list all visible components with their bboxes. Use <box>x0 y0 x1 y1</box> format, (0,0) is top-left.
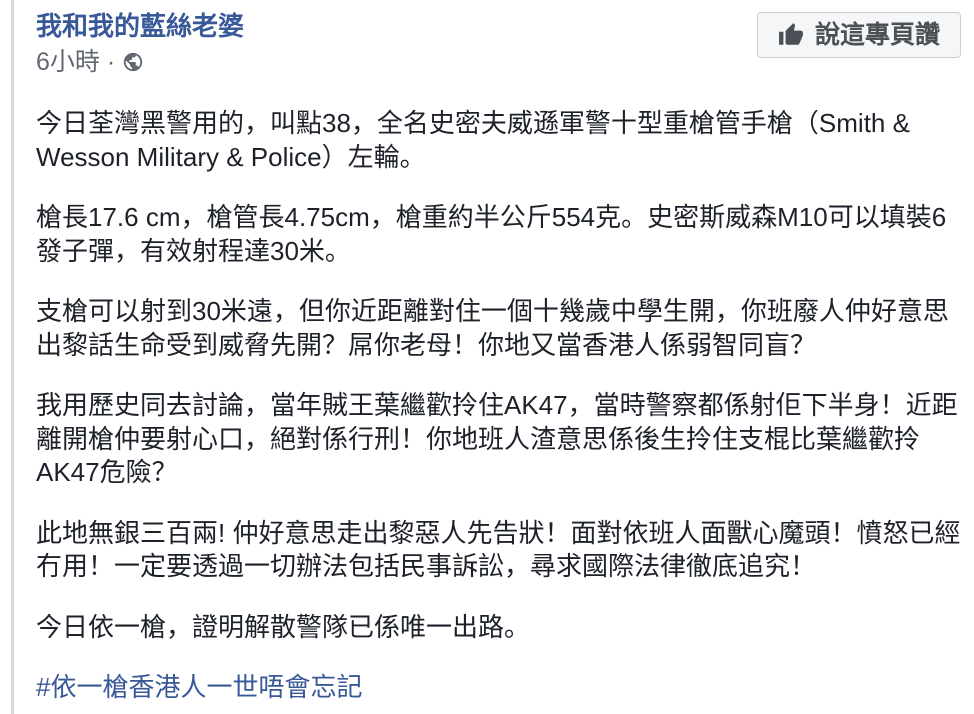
post-text-line: Wesson Military & Police）左輪。 <box>36 141 426 172</box>
page-name-link[interactable]: 我和我的藍絲老婆 <box>36 11 244 41</box>
post-meta: 6小時 · <box>36 47 144 77</box>
post-text-line: 離開槍仲要射心口，絕對係行刑！你地班人渣意思係後生拎住支棍比葉繼歡拎 <box>36 423 921 454</box>
post-text-line: 我用歷史同去討論，當年賊王葉繼歡拎住AK47，當時警察都係射佢下半身！近距 <box>36 390 958 420</box>
hashtag-paragraph: #依一槍香港人一世唔會忘記 <box>36 671 970 705</box>
post-paragraph: 槍長17.6 cm，槍管長4.75cm，槍重約半公斤554克。史密斯威森M10可… <box>36 201 970 268</box>
post-paragraph: 我用歷史同去討論，當年賊王葉繼歡拎住AK47，當時警察都係射佢下半身！近距 離開… <box>36 389 970 490</box>
thumbs-up-icon <box>778 22 804 48</box>
post-text-line: AK47危險？ <box>36 457 178 487</box>
post-body: 今日荃灣黑警用的，叫點38，全名史密夫威遜軍警十型重槍管手槍（Smith & W… <box>36 107 970 714</box>
globe-icon <box>122 51 144 73</box>
post-text-line: 此地無銀三百兩! 仲好意思走出黎惡人先告狀！面對依班人面獸心魔頭！憤怒已經 <box>36 517 961 548</box>
post-paragraph: 今日荃灣黑警用的，叫點38，全名史密夫威遜軍警十型重槍管手槍（Smith & W… <box>36 107 970 174</box>
post-text-line: 發子彈，有效射程達30米。 <box>36 235 351 266</box>
post-paragraph: 支槍可以射到30米遠，但你近距離對住一個十幾歲中學生開，你班廢人仲好意思 出黎話… <box>36 295 970 362</box>
left-border-rule <box>11 0 14 714</box>
post-text-line: 今日依一槍，證明解散警隊已係唯一出路。 <box>36 611 531 642</box>
post-text-line: 出黎話生命受到威脅先開？屌你老母！你地又當香港人係弱智同盲？ <box>36 329 817 360</box>
post-text-line: 槍長17.6 cm，槍管長4.75cm，槍重約半公斤554克。史密斯威森M10可… <box>36 202 947 232</box>
like-page-button-label: 說這專頁讚 <box>815 21 941 49</box>
post-text-line: 支槍可以射到30米遠，但你近距離對住一個十幾歲中學生開，你班廢人仲好意思 <box>36 296 949 326</box>
post-text-line: 今日荃灣黑警用的，叫點38，全名史密夫威遜軍警十型重槍管手槍（Smith & <box>36 108 910 138</box>
meta-separator: · <box>106 48 116 76</box>
hashtag-link[interactable]: #依一槍香港人一世唔會忘記 <box>36 672 362 702</box>
like-page-button[interactable]: 說這專頁讚 <box>757 12 961 58</box>
post-text-line: 冇用！一定要透過一切辦法包括民事訴訟，尋求國際法律徹底追究！ <box>36 551 817 581</box>
post-paragraph: 此地無銀三百兩! 仲好意思走出黎惡人先告狀！面對依班人面獸心魔頭！憤怒已經 冇用… <box>36 517 970 584</box>
post-paragraph: 今日依一槍，證明解散警隊已係唯一出路。 <box>36 611 970 645</box>
post-timestamp-link[interactable]: 6小時 <box>36 47 100 77</box>
